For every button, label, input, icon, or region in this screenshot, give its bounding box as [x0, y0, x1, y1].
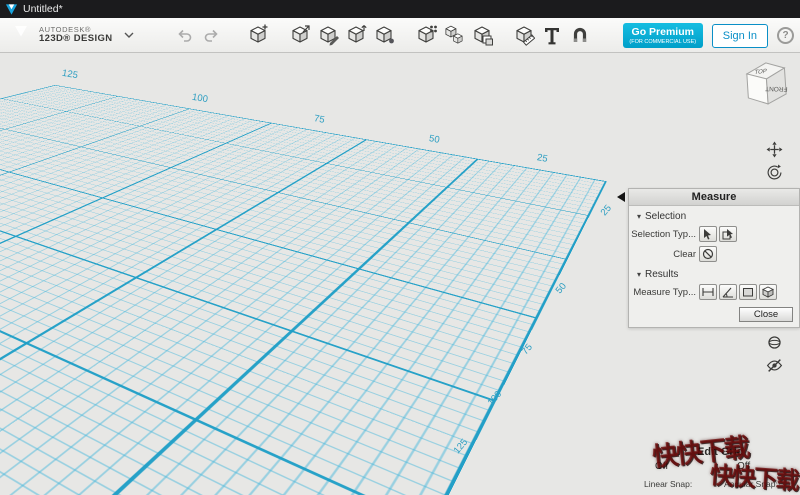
clear-label: Clear [629, 249, 699, 260]
tool-pattern-button[interactable] [414, 23, 438, 47]
results-section-label: Results [645, 269, 678, 280]
tool-sketch-button[interactable] [316, 23, 340, 47]
pattern-dots-icon [415, 24, 437, 46]
angular-snap-value[interactable]: Off [737, 461, 750, 472]
measure-type-label: Measure Typ... [629, 287, 699, 298]
section-collapse-icon: ▾ [637, 212, 641, 221]
undo-button[interactable] [172, 23, 196, 47]
chevron-down-icon [124, 32, 134, 38]
results-section-header[interactable]: ▾ Results [629, 264, 799, 282]
primitives-cube-plus-icon [247, 24, 269, 46]
tool-measure-button[interactable] [512, 23, 536, 47]
window-title: Untitled* [23, 3, 63, 15]
measure-volume-button[interactable] [759, 284, 777, 300]
viewcube-front-label: FRONT [765, 85, 788, 92]
toolbar-right: Go Premium (FOR COMMERCIAL USE) Sign In … [623, 18, 794, 53]
undo-icon [175, 26, 193, 44]
go-premium-sublabel: (FOR COMMERCIAL USE) [623, 40, 703, 46]
redo-button[interactable] [200, 23, 224, 47]
measure-area-button[interactable] [739, 284, 757, 300]
snap-magnet-icon [569, 24, 591, 46]
hide-show-button[interactable] [762, 354, 786, 376]
pan-button[interactable] [762, 138, 786, 160]
tool-primitives-button[interactable] [246, 23, 270, 47]
grid-label: 75 [313, 113, 325, 126]
measure-panel-title[interactable]: Measure [629, 189, 799, 206]
autodesk-123d-logo-icon [8, 22, 34, 48]
selection-section-header[interactable]: ▾ Selection [629, 206, 799, 224]
title-bar: Untitled* [0, 0, 800, 18]
view-cube[interactable]: TOP FRONT [740, 56, 792, 112]
selection-type-row: Selection Typ... [629, 224, 799, 244]
orbit-button[interactable] [762, 161, 786, 183]
modify-pressapull-icon [373, 24, 395, 46]
select-solid-button[interactable] [699, 226, 717, 242]
selection-type-label: Selection Typ... [629, 229, 699, 240]
go-premium-button[interactable]: Go Premium (FOR COMMERCIAL USE) [623, 23, 703, 48]
grid-plane [0, 85, 607, 495]
app-logo-icon [5, 3, 18, 16]
viewcube-top-label: TOP [754, 68, 768, 76]
grid-label: 100 [191, 92, 209, 106]
grid-label: 25 [536, 152, 548, 165]
measure-angle-button[interactable] [719, 284, 737, 300]
eye-slash-icon [766, 357, 783, 374]
measure-type-row: Measure Typ... [629, 282, 799, 302]
grid-label: 125 [61, 68, 79, 82]
grouping-two-cubes-icon [443, 24, 465, 46]
main-toolbar: AUTODESK® 123D® DESIGN [0, 18, 800, 53]
tool-text-button[interactable] [540, 23, 564, 47]
select-solid-icon [702, 228, 714, 240]
area-icon [742, 286, 754, 298]
linear-snap-label: Linear Snap: [644, 479, 692, 489]
angle-icon [722, 286, 734, 298]
app-window: Untitled* AUTODESK® 123D® DESIGN [0, 0, 800, 495]
tool-icons [246, 23, 592, 47]
orbit-icon [766, 164, 783, 181]
distance-icon [702, 286, 714, 298]
help-button[interactable]: ? [777, 27, 794, 44]
app-menu[interactable]: AUTODESK® 123D® DESIGN [0, 22, 144, 48]
close-button[interactable]: Close [739, 307, 793, 322]
brand-line2: 123D® DESIGN [39, 34, 113, 44]
display-settings-button[interactable] [762, 331, 786, 353]
section-collapse-icon: ▾ [637, 270, 641, 279]
text-tool-icon [541, 24, 563, 46]
edit-grid-button[interactable]: Edit Grid [697, 446, 743, 458]
volume-icon [762, 286, 774, 298]
sign-in-button[interactable]: Sign In [712, 24, 768, 48]
clear-button[interactable] [699, 246, 717, 262]
tool-snap-button[interactable] [568, 23, 592, 47]
linear-snap-value[interactable]: Off [655, 461, 668, 472]
grid-label: 50 [554, 281, 569, 296]
history-buttons [172, 23, 224, 47]
measure-distance-button[interactable] [699, 284, 717, 300]
sketch-pencil-icon [317, 24, 339, 46]
grid-label: 50 [428, 133, 440, 146]
tool-combine-button[interactable] [470, 23, 494, 47]
grid-label: 25 [599, 203, 614, 218]
tool-construct-button[interactable] [344, 23, 368, 47]
tool-modify-button[interactable] [372, 23, 396, 47]
measure-panel: Measure ▾ Selection Selection Typ... [628, 188, 800, 328]
measure-ruler-icon [513, 24, 535, 46]
selection-section-label: Selection [645, 211, 686, 222]
tool-transform-button[interactable] [288, 23, 312, 47]
clear-eraser-icon [702, 248, 714, 260]
pan-icon [766, 141, 783, 158]
combine-overlap-icon [471, 24, 493, 46]
go-premium-label: Go Premium [623, 27, 703, 38]
construct-extrude-icon [345, 24, 367, 46]
angular-snap-label: Angular Snap: [724, 479, 778, 489]
brand-text: AUTODESK® 123D® DESIGN [39, 26, 113, 44]
material-sphere-icon [766, 334, 783, 351]
redo-icon [203, 26, 221, 44]
select-face-icon [722, 228, 734, 240]
panel-collapse-arrow[interactable] [617, 192, 625, 202]
clear-row: Clear [629, 244, 799, 264]
transform-arrow-cube-icon [289, 24, 311, 46]
select-face-button[interactable] [719, 226, 737, 242]
viewport-3d[interactable]: 125 100 75 50 25 25 50 75 100 125 TOP FR… [0, 53, 800, 495]
tool-grouping-button[interactable] [442, 23, 466, 47]
